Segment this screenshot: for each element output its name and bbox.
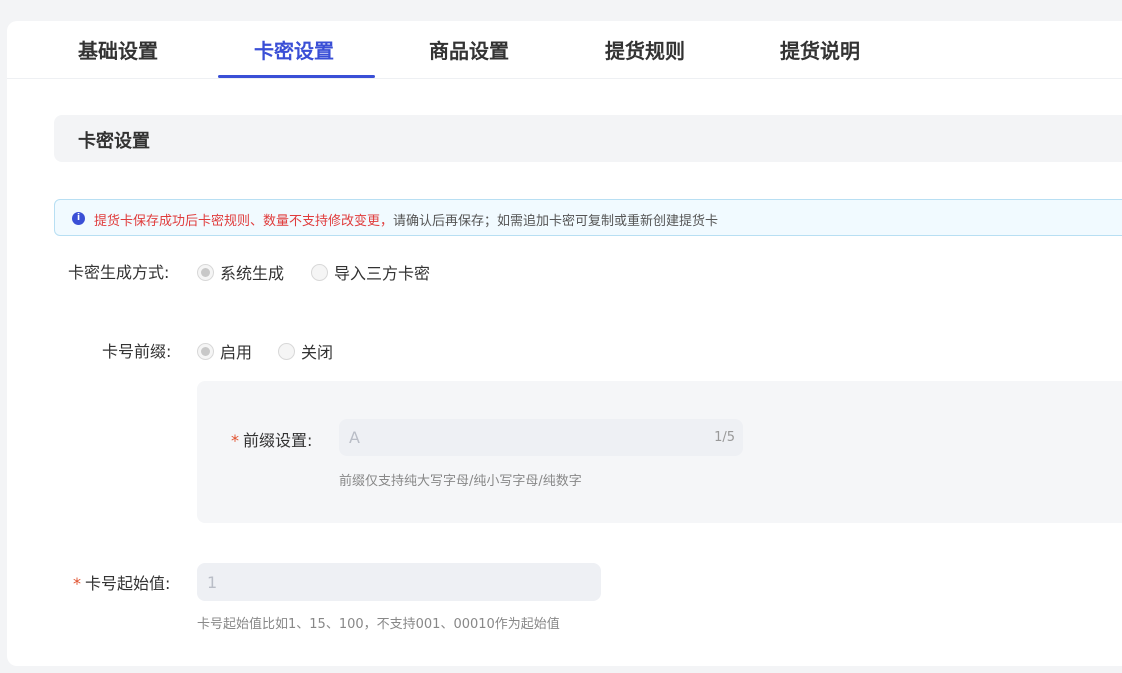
- radio-dot: [197, 342, 214, 360]
- section-title: 卡密设置: [78, 131, 150, 152]
- notice-text: 提货卡保存成功后卡密规则、数量不支持修改变更，请确认后再保存；如需追加卡密可复制…: [94, 210, 718, 229]
- generation-method-label: 卡密生成方式:: [68, 263, 170, 282]
- notice-banner: i 提货卡保存成功后卡密规则、数量不支持修改变更，请确认后再保存；如需追加卡密可…: [54, 199, 1122, 236]
- tab-pickup-rules[interactable]: 提货规则: [605, 35, 685, 64]
- radio-import-third-party[interactable]: 导入三方卡密: [311, 260, 430, 284]
- radio-label: 关闭: [301, 343, 334, 362]
- start-value-label-text: 卡号起始值:: [85, 574, 171, 593]
- info-icon: i: [72, 212, 85, 225]
- radio-label: 启用: [220, 343, 253, 362]
- prefix-input-value: A: [349, 428, 360, 447]
- radio-dot: [197, 263, 214, 281]
- char-counter: 1/5: [714, 430, 735, 445]
- start-value-input[interactable]: 1: [197, 563, 601, 601]
- prefix-hint: 前缀仅支持纯大写字母/纯小写字母/纯数字: [339, 474, 582, 489]
- start-value-placeholder: 1: [207, 572, 218, 592]
- radio-dot: [311, 263, 328, 281]
- tab-pickup-instructions[interactable]: 提货说明: [780, 35, 860, 64]
- tab-card-secret-settings[interactable]: 卡密设置: [254, 35, 334, 64]
- tab-basic-settings[interactable]: 基础设置: [78, 35, 158, 64]
- radio-dot: [278, 342, 295, 360]
- radio-system-generate[interactable]: 系统生成: [197, 260, 284, 284]
- tab-bar: 基础设置 卡密设置 商品设置 提货规则 提货说明: [7, 21, 1122, 79]
- radio-label: 系统生成: [220, 264, 285, 283]
- prefix-input[interactable]: A 1/5: [339, 419, 743, 456]
- notice-warning: 提货卡保存成功后卡密规则、数量不支持修改变更，: [94, 214, 394, 229]
- start-value-hint: 卡号起始值比如1、15、100，不支持001、00010作为起始值: [197, 617, 560, 632]
- prefix-setting-label: * 前缀设置:: [231, 427, 312, 451]
- radio-prefix-enable[interactable]: 启用: [197, 339, 252, 363]
- notice-detail: 请确认后再保存；如需追加卡密可复制或重新创建提货卡: [393, 214, 719, 229]
- required-mark: *: [231, 431, 239, 450]
- radio-prefix-disable[interactable]: 关闭: [278, 339, 333, 363]
- section-header: 卡密设置: [54, 115, 1122, 162]
- prefix-setting-label-text: 前缀设置:: [243, 431, 313, 450]
- card-prefix-label: 卡号前缀:: [102, 342, 172, 361]
- required-mark: *: [73, 574, 81, 593]
- radio-label: 导入三方卡密: [334, 264, 431, 283]
- start-value-label: * 卡号起始值:: [73, 570, 170, 594]
- active-tab-indicator: [218, 75, 375, 78]
- settings-card: 基础设置 卡密设置 商品设置 提货规则 提货说明 卡密设置 i 提货卡保存成功后…: [7, 21, 1122, 666]
- prefix-settings-panel: * 前缀设置: A 1/5 前缀仅支持纯大写字母/纯小写字母/纯数字: [197, 381, 1122, 523]
- tab-product-settings[interactable]: 商品设置: [429, 35, 509, 64]
